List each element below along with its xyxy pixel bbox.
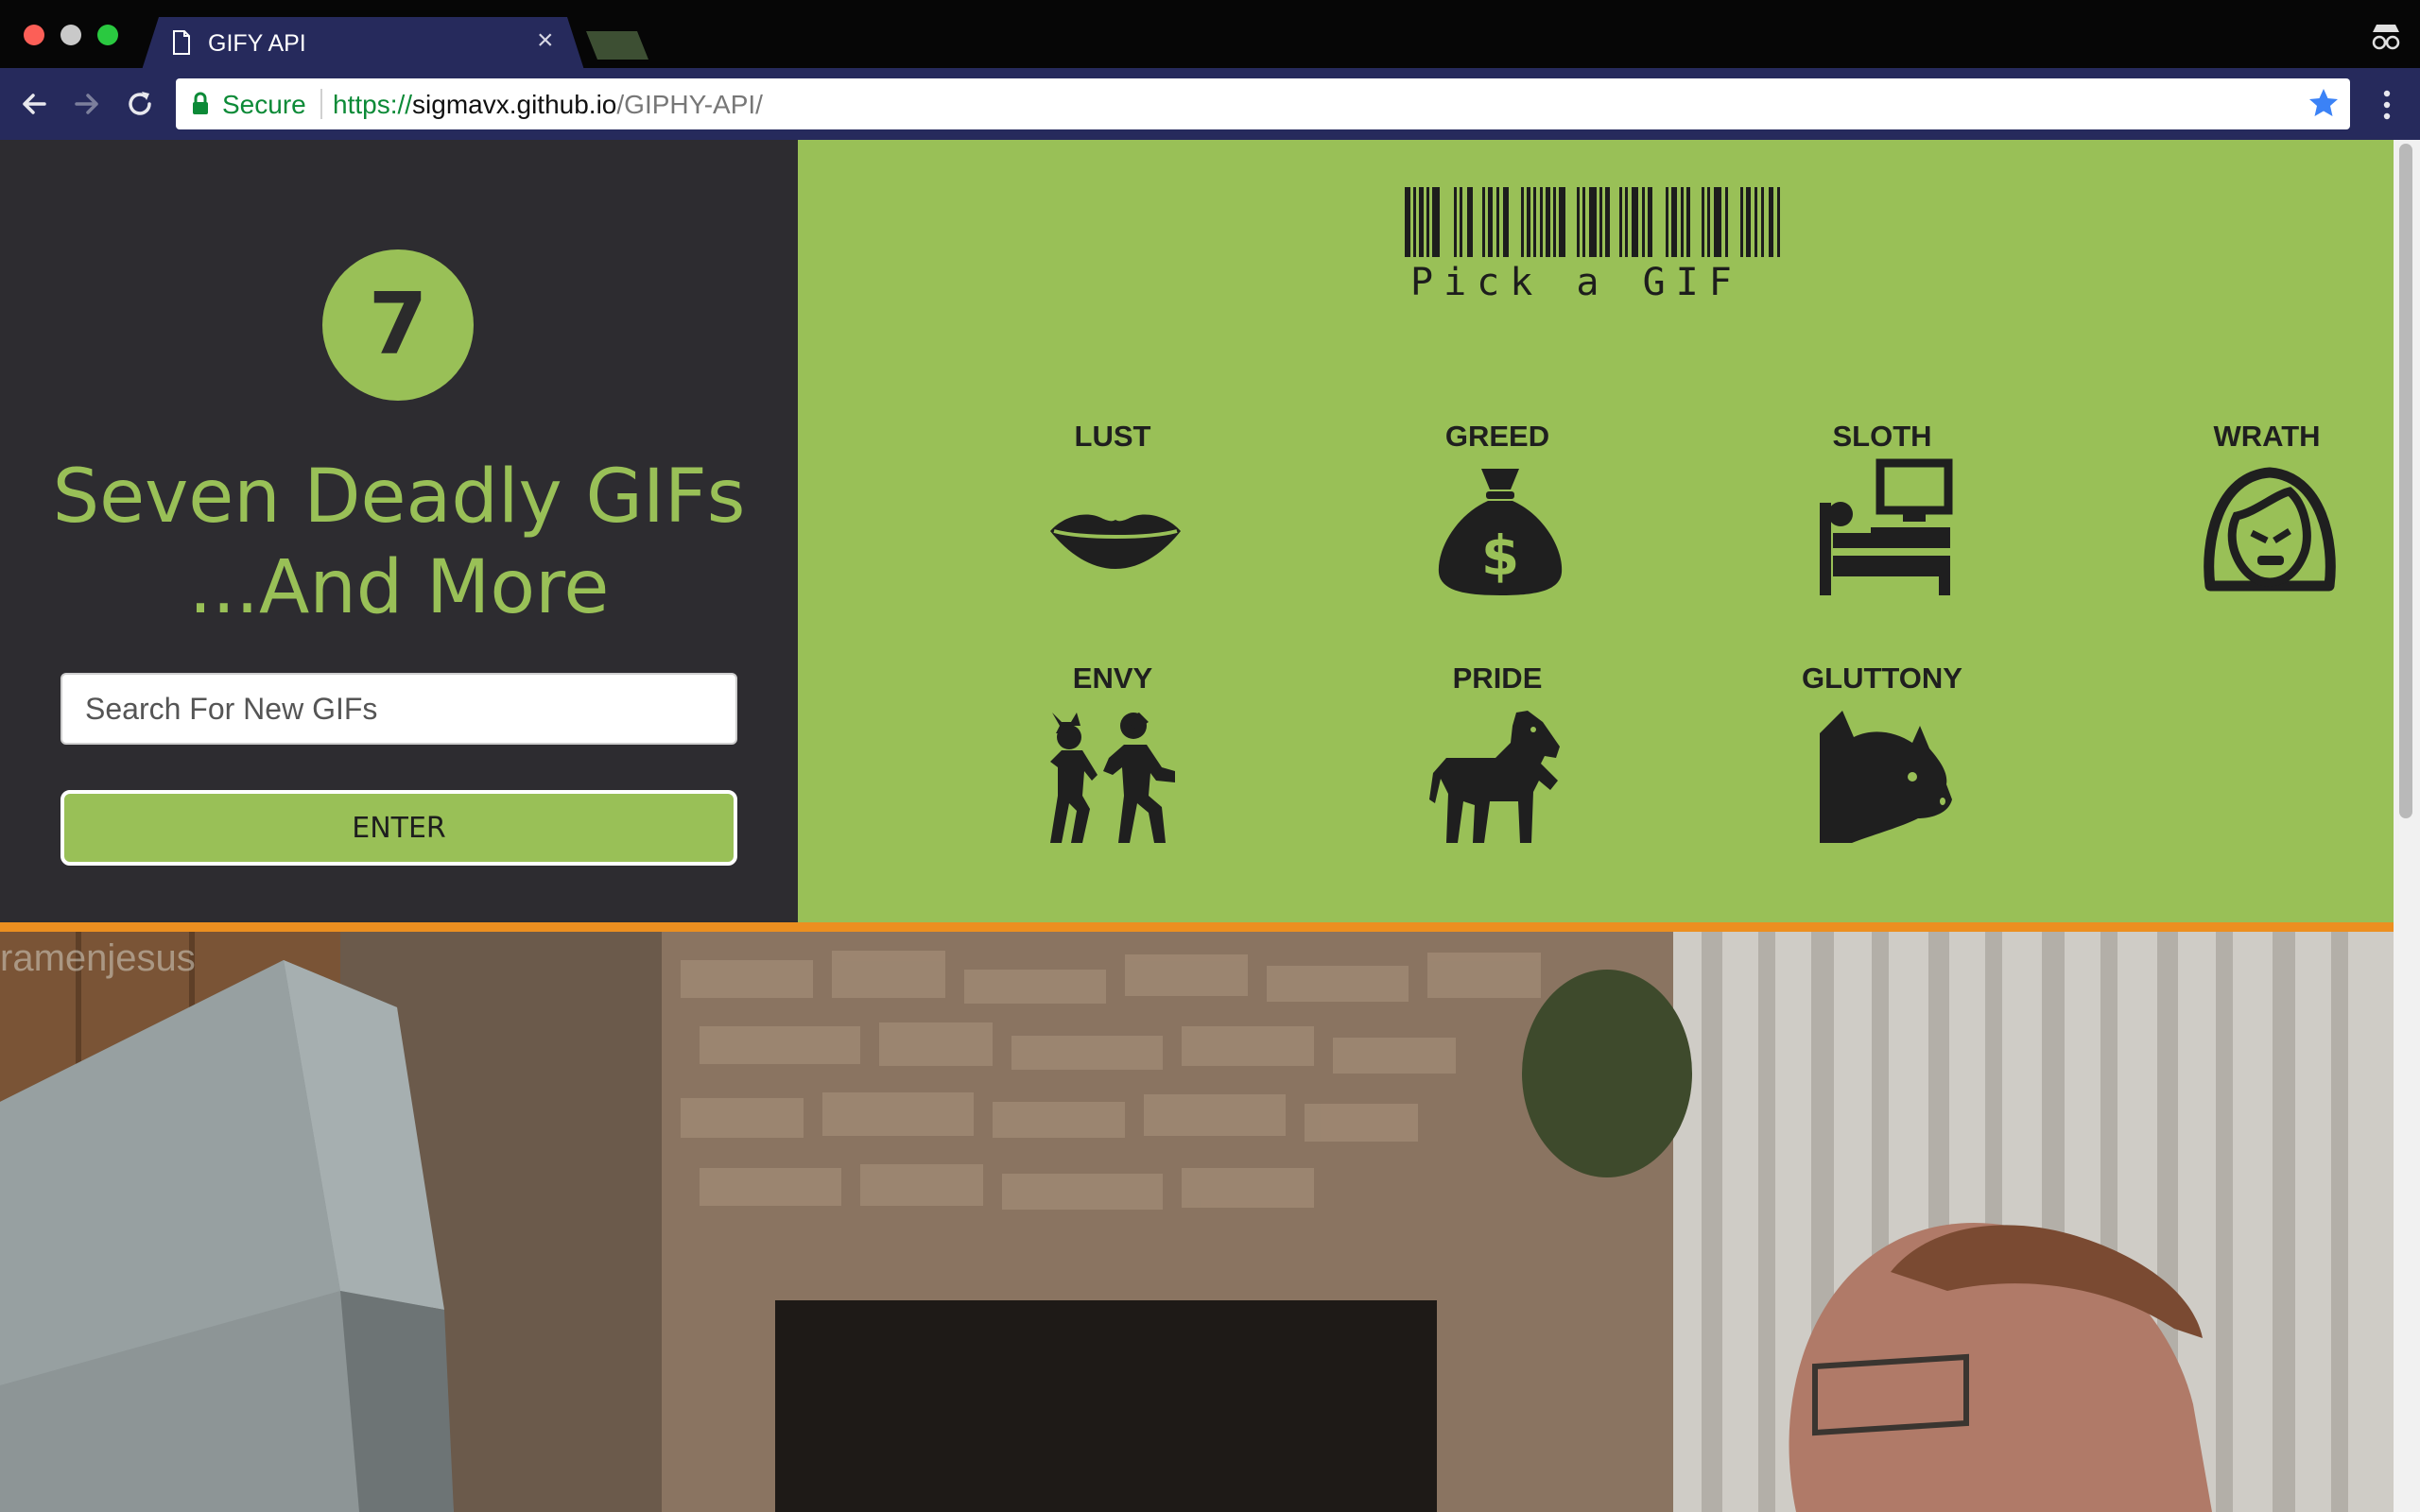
address-bar[interactable]: Secure https://sigmavx.github.io/GIPHY-A…	[176, 78, 2350, 129]
tab-title: GIFY API	[208, 30, 306, 57]
money-bag-icon: $	[1429, 457, 1571, 599]
pig-icon	[1814, 705, 1956, 847]
seven-badge: 7	[322, 249, 474, 401]
new-tab-button[interactable]	[586, 31, 648, 60]
window-minimize-button[interactable]	[60, 25, 81, 45]
lock-icon	[193, 92, 208, 114]
left-panel: 7 Seven Deadly GIFs ...And More ENTER	[0, 140, 798, 922]
angry-face-icon	[2199, 457, 2341, 599]
gif-scene	[0, 932, 2394, 1512]
svg-text:$: $	[1481, 524, 1519, 588]
url-path: /GIPHY-API/	[616, 90, 763, 119]
barcode-caption: Pick a GIF	[1410, 261, 1742, 304]
barcode-logo	[1405, 187, 1780, 257]
incognito-icon	[2372, 25, 2400, 50]
back-arrow-icon[interactable]	[16, 86, 52, 122]
sin-sloth[interactable]: SLOTH	[1788, 420, 1977, 627]
scrollbar-thumb[interactable]	[2399, 144, 2412, 818]
title-line-1: Seven Deadly GIFs	[52, 455, 746, 540]
secure-label: Secure	[222, 90, 306, 119]
sin-label: LUST	[1074, 420, 1151, 453]
enter-button[interactable]: ENTER	[60, 790, 737, 866]
title-line-2: ...And More	[188, 545, 610, 630]
browser-tab-active[interactable]: GIFY API ×	[142, 17, 584, 70]
sin-label: WRATH	[2213, 420, 2321, 453]
sin-label: PRIDE	[1452, 662, 1543, 695]
sin-envy[interactable]: ENVY	[1018, 662, 1207, 869]
address-separator	[320, 89, 322, 119]
bookmark-star-icon[interactable]	[2307, 86, 2341, 120]
sin-label: SLOTH	[1832, 420, 1932, 453]
sin-label: GLUTTONY	[1802, 662, 1962, 695]
sin-label: ENVY	[1072, 662, 1153, 695]
window-maximize-button[interactable]	[97, 25, 118, 45]
badge-number: 7	[368, 275, 428, 374]
sin-lust[interactable]: LUST	[1018, 420, 1207, 627]
url-host: sigmavx.github.io	[412, 90, 617, 119]
window-close-button[interactable]	[24, 25, 44, 45]
gif-result[interactable]: ramenjesus	[0, 932, 2394, 1512]
sin-gluttony[interactable]: GLUTTONY	[1788, 662, 1977, 869]
page-viewport: 7 Seven Deadly GIFs ...And More ENTER Pi…	[0, 140, 2394, 1512]
reload-icon[interactable]	[122, 86, 158, 122]
browser-toolbar: Secure https://sigmavx.github.io/GIPHY-A…	[0, 68, 2420, 140]
search-input[interactable]	[60, 673, 737, 745]
sin-greed[interactable]: GREED $	[1403, 420, 1592, 627]
url-text[interactable]: https://sigmavx.github.io/GIPHY-API/	[333, 90, 763, 120]
bed-tv-icon	[1814, 457, 1956, 599]
sin-wrath[interactable]: WRATH	[2172, 420, 2361, 627]
sin-pride[interactable]: PRIDE	[1403, 662, 1592, 869]
page-title: Seven Deadly GIFs ...And More	[0, 452, 798, 633]
dancing-people-icon	[1043, 705, 1184, 847]
orange-divider	[0, 922, 2394, 932]
browser-titlebar: GIFY API ×	[0, 0, 2420, 70]
tab-close-button[interactable]: ×	[537, 26, 554, 55]
forward-arrow-icon[interactable]	[69, 86, 105, 122]
lips-icon	[1045, 457, 1186, 599]
sin-label: GREED	[1444, 420, 1550, 453]
sin-picker-panel: Pick a GIF LUST GREED $ SLOTH WRATH ENVY…	[798, 140, 2394, 922]
url-scheme: https://	[333, 90, 413, 119]
browser-menu-icon[interactable]	[2377, 89, 2397, 121]
gif-watermark: ramenjesus	[0, 937, 196, 979]
horse-icon	[1429, 705, 1571, 847]
document-icon	[173, 30, 190, 55]
